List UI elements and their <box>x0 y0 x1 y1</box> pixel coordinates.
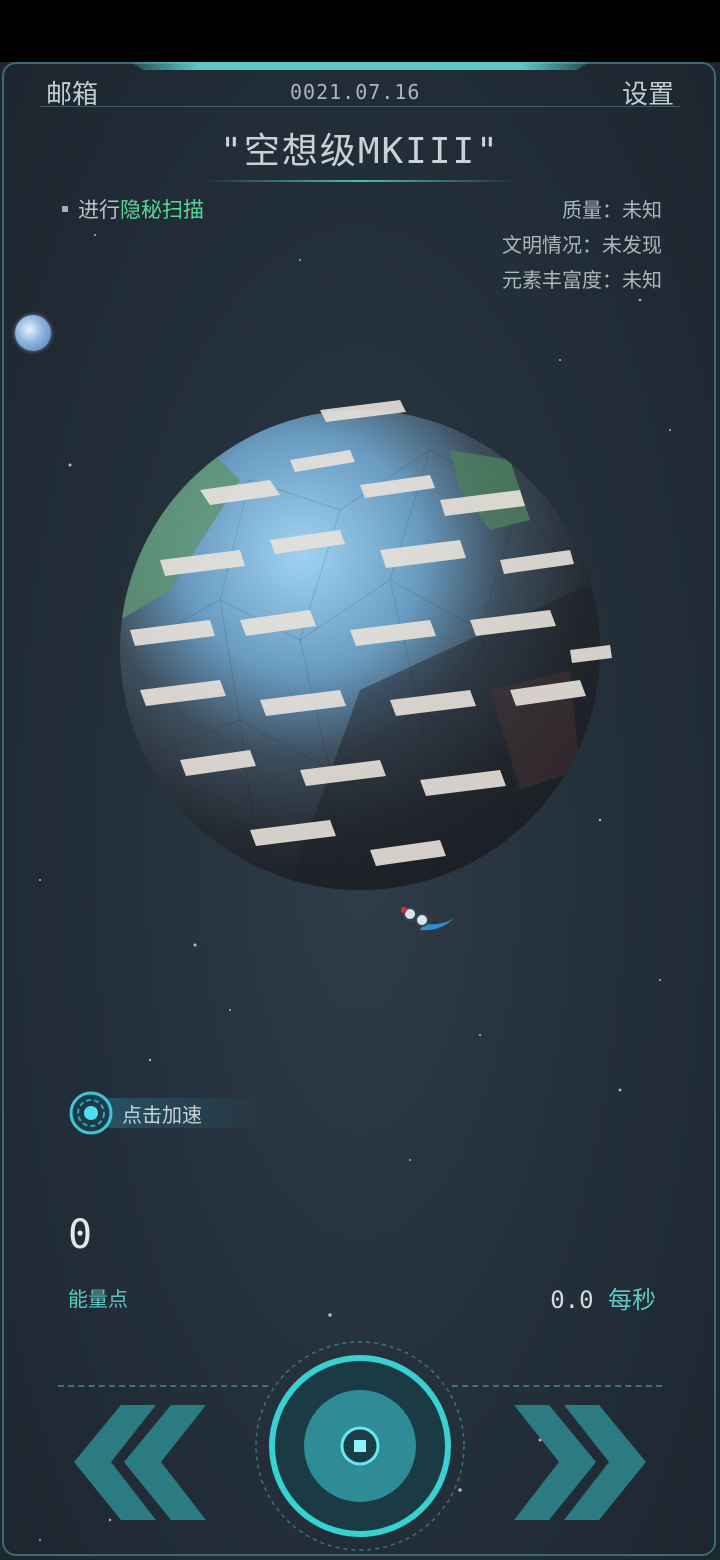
energy-rate-value: 0.0 <box>550 1286 594 1314</box>
double-chevron-right-icon[interactable] <box>504 1405 654 1520</box>
game-date: 0021.07.16 <box>290 80 421 104</box>
boost-target-icon <box>69 1091 113 1135</box>
bullet-icon <box>62 206 68 212</box>
double-chevron-left-icon[interactable] <box>66 1405 216 1520</box>
mass-info: 质量：未知 <box>562 198 662 222</box>
boost-label: 点击加速 <box>122 1102 202 1127</box>
circular-action-icon[interactable] <box>253 1330 467 1560</box>
energy-points-label: 能量点 <box>68 1287 128 1311</box>
game-screen: 邮箱 0021.07.16 设置 "空想级MKIII" 进行 隐秘扫描 质量：未… <box>0 0 720 1560</box>
bottom-divider-left <box>58 1385 268 1387</box>
scan-row: 进行 隐秘扫描 <box>62 194 204 224</box>
energy-points-value: 0 <box>68 1212 93 1258</box>
settings-button[interactable]: 设置 <box>622 74 674 111</box>
small-planet-icon[interactable] <box>15 315 51 351</box>
status-bar <box>0 0 720 62</box>
planet-name: "空想级MKIII" <box>220 131 500 172</box>
stealth-scan-link[interactable]: 隐秘扫描 <box>120 194 204 224</box>
element-richness-info: 元素丰富度：未知 <box>502 268 662 292</box>
boost-button[interactable]: 点击加速 <box>68 1090 258 1136</box>
civilization-info: 文明情况：未发现 <box>502 233 662 257</box>
scan-prefix: 进行 <box>78 198 120 222</box>
top-accent-bar <box>130 62 590 70</box>
spaceship-icon <box>401 907 454 931</box>
title-divider <box>200 180 520 182</box>
planet[interactable] <box>100 390 620 910</box>
bottom-divider-right <box>452 1385 662 1387</box>
mail-button[interactable]: 邮箱 <box>46 74 98 111</box>
energy-rate-unit: 每秒 <box>608 1286 656 1314</box>
header-divider <box>40 106 680 107</box>
energy-rate: 0.0 每秒 <box>550 1280 656 1315</box>
